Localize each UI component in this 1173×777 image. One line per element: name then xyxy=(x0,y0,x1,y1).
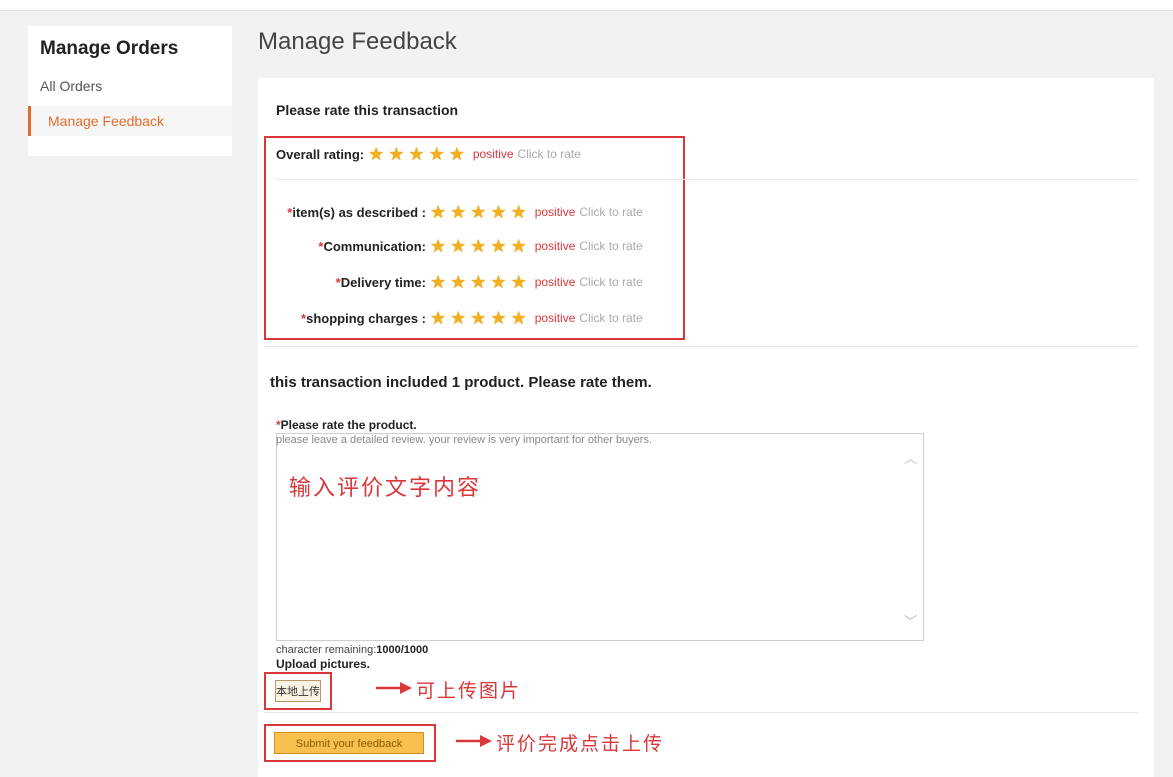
divider xyxy=(264,712,1138,713)
arrow-right-icon xyxy=(456,735,492,747)
star-icon[interactable]: ★ xyxy=(470,237,486,255)
overall-rating-hint: Click to rate xyxy=(517,147,581,161)
rating-status: positive xyxy=(534,311,576,325)
rating-label: *Communication: xyxy=(318,238,426,254)
review-annotation: 输入评价文字内容 xyxy=(289,475,482,500)
delivery-time-star-rating[interactable]: ★ ★ ★ ★ ★ xyxy=(430,273,531,291)
communication-star-rating[interactable]: ★ ★ ★ ★ ★ xyxy=(430,237,531,255)
rating-label: *item(s) as described : xyxy=(287,204,426,220)
star-icon[interactable]: ★ xyxy=(450,203,466,221)
sidebar-title: Manage Orders xyxy=(40,38,179,59)
page-title: Manage Feedback xyxy=(258,28,457,55)
star-icon[interactable]: ★ xyxy=(511,203,527,221)
rating-hint: Click to rate xyxy=(579,311,643,325)
submit-feedback-button[interactable]: Submit your feedback xyxy=(274,732,424,754)
star-icon[interactable]: ★ xyxy=(511,309,527,327)
star-icon[interactable]: ★ xyxy=(408,145,424,163)
rating-row-delivery-time: *Delivery time: ★ ★ ★ ★ ★ positive Click to … xyxy=(276,272,643,292)
rating-status: positive xyxy=(534,275,576,289)
overall-rating-status: positive xyxy=(472,147,514,161)
review-placeholder: please leave a detailed review. your rev… xyxy=(276,434,653,446)
star-icon[interactable]: ★ xyxy=(470,273,486,291)
star-icon[interactable]: ★ xyxy=(449,145,465,163)
star-icon[interactable]: ★ xyxy=(450,309,466,327)
star-icon[interactable]: ★ xyxy=(511,273,527,291)
transaction-heading: Please rate this transaction xyxy=(276,102,459,118)
rating-row-item-described: *item(s) as described : ★ ★ ★ ★ ★ positive C… xyxy=(276,202,643,222)
rating-hint: Click to rate xyxy=(579,205,643,219)
product-heading: this transaction included 1 product. Ple… xyxy=(270,374,652,391)
rating-hint: Click to rate xyxy=(579,239,643,253)
shopping-charges-star-rating[interactable]: ★ ★ ★ ★ ★ xyxy=(430,309,531,327)
rating-label: *Delivery time: xyxy=(335,274,426,290)
divider xyxy=(264,346,1138,347)
item-described-star-rating[interactable]: ★ ★ ★ ★ ★ xyxy=(430,203,531,221)
char-remaining: character remaining:1000/1000 xyxy=(276,644,429,656)
star-icon[interactable]: ★ xyxy=(388,145,404,163)
submit-annotation: 评价完成点击上传 xyxy=(496,734,665,755)
star-icon[interactable]: ★ xyxy=(429,145,445,163)
divider xyxy=(276,179,1138,180)
star-icon[interactable]: ★ xyxy=(470,203,486,221)
star-icon[interactable]: ★ xyxy=(450,273,466,291)
star-icon[interactable]: ★ xyxy=(430,237,446,255)
arrow-right-icon xyxy=(376,682,412,694)
star-icon[interactable]: ★ xyxy=(430,309,446,327)
top-bar xyxy=(0,0,1173,11)
star-icon[interactable]: ★ xyxy=(450,237,466,255)
scroll-up-icon[interactable]: ︿ xyxy=(904,448,917,467)
rating-label: *shopping charges : xyxy=(301,310,426,326)
star-icon[interactable]: ★ xyxy=(490,237,506,255)
upload-annotation: 可上传图片 xyxy=(416,681,522,702)
rating-hint: Click to rate xyxy=(579,275,643,289)
star-icon[interactable]: ★ xyxy=(490,203,506,221)
star-icon[interactable]: ★ xyxy=(511,237,527,255)
star-icon[interactable]: ★ xyxy=(490,273,506,291)
rating-row-shopping-charges: *shopping charges : ★ ★ ★ ★ ★ positive Click… xyxy=(276,308,643,328)
star-icon[interactable]: ★ xyxy=(368,145,384,163)
star-icon[interactable]: ★ xyxy=(490,309,506,327)
overall-rating-label: Overall rating: xyxy=(276,146,365,162)
rating-status: positive xyxy=(534,205,576,219)
star-icon[interactable]: ★ xyxy=(430,203,446,221)
submit-highlight-box: Submit your feedback xyxy=(264,724,436,762)
rating-status: positive xyxy=(534,239,576,253)
feedback-panel: Please rate this transaction Overall rat… xyxy=(258,78,1154,777)
upload-highlight-box: 本地上传 xyxy=(264,672,332,710)
sidebar: Manage Orders All Orders Manage Feedback xyxy=(28,26,232,156)
local-upload-button[interactable]: 本地上传 xyxy=(275,680,321,702)
rating-row-communication: *Communication: ★ ★ ★ ★ ★ positive Click to … xyxy=(276,236,643,256)
upload-pictures-label: Upload pictures. xyxy=(276,657,371,671)
sidebar-item-all-orders[interactable]: All Orders xyxy=(28,78,232,94)
star-icon[interactable]: ★ xyxy=(470,309,486,327)
star-icon[interactable]: ★ xyxy=(430,273,446,291)
scroll-down-icon[interactable]: ﹀ xyxy=(904,611,917,630)
overall-star-rating[interactable]: ★ ★ ★ ★ ★ xyxy=(368,145,469,163)
overall-rating-row: Overall rating: ★ ★ ★ ★ ★ positive Click to … xyxy=(276,144,581,164)
product-rate-label: *Please rate the product. xyxy=(276,418,417,432)
review-textarea[interactable]: 输入评价文字内容 ︿ ﹀ xyxy=(276,433,924,641)
sidebar-item-manage-feedback[interactable]: Manage Feedback xyxy=(28,106,232,136)
